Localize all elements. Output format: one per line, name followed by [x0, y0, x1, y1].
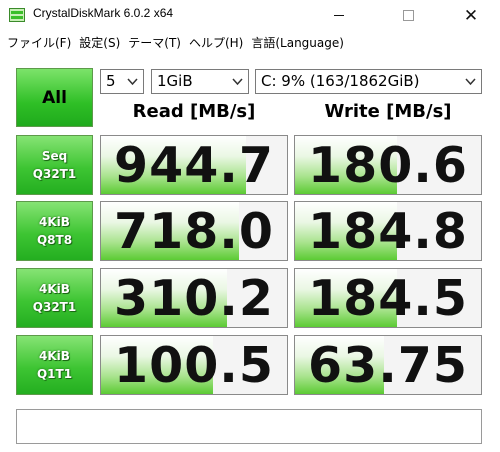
run-all-button[interactable]: All	[16, 68, 93, 127]
comment-field[interactable]	[16, 409, 482, 444]
chevron-down-icon	[127, 78, 138, 86]
read-result: 718.0	[100, 201, 288, 261]
read-header: Read [MB/s]	[132, 101, 256, 122]
read-value: 944.7	[114, 137, 274, 194]
write-value: 184.5	[308, 270, 468, 327]
write-result: 184.8	[294, 201, 482, 261]
title-bar: CrystalDiskMark 6.0.2 x64 ✕	[0, 0, 500, 31]
test-label-line2: Q1T1	[36, 367, 73, 381]
write-value: 63.75	[308, 337, 468, 394]
test-size-select[interactable]: 1GiB	[151, 69, 249, 94]
menu-settings[interactable]: 設定(S)	[75, 33, 124, 53]
write-header: Write [MB/s]	[324, 101, 452, 122]
menu-file[interactable]: ファイル(F)	[0, 33, 75, 53]
app-icon	[9, 8, 25, 22]
test-label-line2: Q8T8	[36, 233, 73, 247]
read-value: 718.0	[114, 203, 274, 260]
read-result: 100.5	[100, 335, 288, 395]
write-result: 63.75	[294, 335, 482, 395]
seq-q32t1-button[interactable]: Seq Q32T1	[16, 135, 93, 195]
menu-language[interactable]: 言語(Language)	[247, 33, 348, 53]
write-result: 180.6	[294, 135, 482, 195]
read-value: 100.5	[114, 337, 274, 394]
read-result: 310.2	[100, 268, 288, 328]
menu-theme[interactable]: テーマ(T)	[124, 33, 185, 53]
write-value: 184.8	[308, 203, 468, 260]
maximize-icon	[402, 10, 414, 21]
chevron-down-icon	[232, 78, 243, 86]
close-icon: ✕	[463, 5, 479, 26]
write-value: 180.6	[308, 137, 468, 194]
close-button[interactable]: ✕	[448, 0, 494, 31]
test-label-line1: 4KiB	[39, 282, 70, 296]
4kib-q8t8-button[interactable]: 4KiB Q8T8	[16, 201, 93, 261]
chevron-down-icon	[465, 78, 476, 86]
test-count-value: 5	[106, 72, 116, 90]
maximize-button[interactable]	[385, 0, 431, 31]
window-title: CrystalDiskMark 6.0.2 x64	[33, 6, 174, 20]
minimize-icon	[334, 15, 344, 16]
read-value: 310.2	[114, 270, 274, 327]
test-label-line1: Seq	[41, 149, 68, 163]
4kib-q32t1-button[interactable]: 4KiB Q32T1	[16, 268, 93, 328]
4kib-q1t1-button[interactable]: 4KiB Q1T1	[16, 335, 93, 395]
write-result: 184.5	[294, 268, 482, 328]
test-count-select[interactable]: 5	[100, 69, 144, 94]
minimize-button[interactable]	[316, 0, 362, 31]
menu-help[interactable]: ヘルプ(H)	[185, 33, 247, 53]
drive-value: C: 9% (163/1862GiB)	[261, 72, 420, 90]
menu-bar: ファイル(F) 設定(S) テーマ(T) ヘルプ(H) 言語(Language)	[0, 33, 500, 53]
test-label-line2: Q32T1	[32, 300, 77, 314]
test-label-line2: Q32T1	[32, 167, 77, 181]
test-size-value: 1GiB	[157, 72, 193, 90]
test-label-line1: 4KiB	[39, 349, 70, 363]
test-label-line1: 4KiB	[39, 215, 70, 229]
read-result: 944.7	[100, 135, 288, 195]
drive-select[interactable]: C: 9% (163/1862GiB)	[255, 69, 482, 94]
